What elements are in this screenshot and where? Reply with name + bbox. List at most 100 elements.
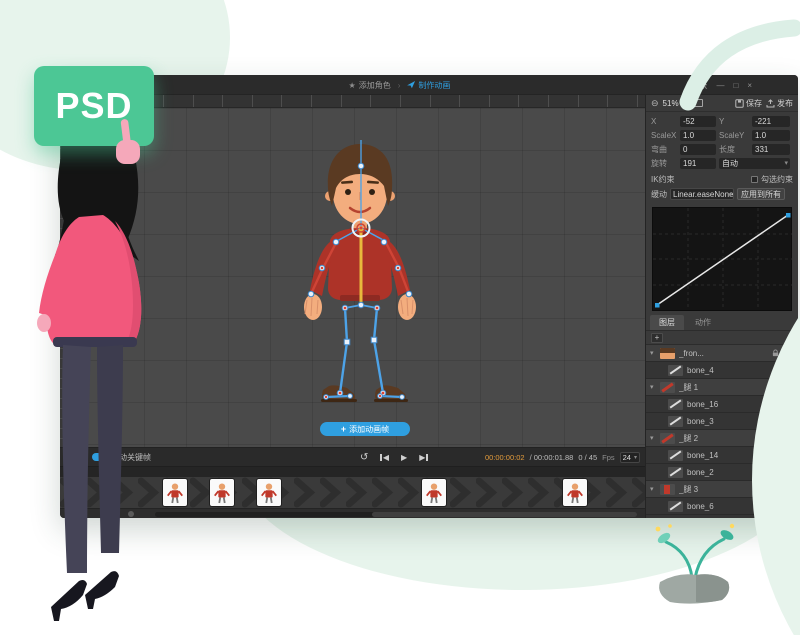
left-hand	[37, 314, 51, 332]
ruler-label	[489, 95, 491, 107]
ruler-label	[222, 95, 224, 107]
ik-constraint-row: IK约束 勾选约束	[646, 172, 798, 187]
keyframe-thumbnail[interactable]	[563, 479, 587, 506]
add-layer-button[interactable]: +	[651, 333, 663, 343]
hero-illustration-stage: ★ 添加角色 › 制作动画 登录 — □ ×	[0, 0, 800, 635]
curve-end-handle	[786, 213, 791, 218]
right-heel-shoe	[85, 571, 119, 609]
property-label: 旋转	[651, 158, 677, 169]
layer-thumbnail-icon	[668, 450, 683, 461]
tab-make-animation-label: 制作动画	[418, 80, 450, 91]
property-input[interactable]: -52	[680, 116, 716, 127]
easing-curve-editor[interactable]	[652, 207, 792, 311]
layer-thumbnail-icon	[668, 416, 683, 427]
workflow-tabs: ★ 添加角色 › 制作动画	[349, 75, 451, 95]
keyframe-thumbnail[interactable]	[422, 479, 446, 506]
scrollbar-thumb[interactable]	[372, 512, 637, 517]
pointing-hand	[108, 116, 148, 170]
tab-make-animation[interactable]: 制作动画	[407, 80, 450, 91]
fist	[116, 140, 140, 164]
property-label: ScaleY	[719, 131, 749, 140]
caret-down-icon[interactable]: ▾	[650, 349, 656, 357]
layer-thumbnail-icon	[660, 382, 675, 393]
layer-thumbnail-icon	[660, 348, 675, 359]
layer-name: _fron...	[679, 349, 768, 358]
add-animation-frame-button[interactable]: + 添加动画帧	[320, 422, 410, 436]
plant-stem-right	[695, 539, 724, 578]
keyframe-thumbnail[interactable]	[257, 479, 281, 506]
mini-character-icon	[565, 481, 585, 505]
transform-properties: X -52 Y -221 ScaleX 1.0 ScaleY 1.0 弯曲 0	[646, 112, 798, 172]
property-input[interactable]: 1.0	[752, 130, 790, 141]
plant-bud	[668, 524, 672, 528]
ruler-label	[548, 95, 550, 107]
mini-character-icon	[212, 481, 232, 505]
mini-character-icon	[424, 481, 444, 505]
ruler-label	[637, 95, 639, 107]
property-input[interactable]: 191	[680, 158, 716, 169]
plant-stem-left	[666, 542, 692, 578]
property-label: 弯曲	[651, 144, 677, 155]
ruler-label	[518, 95, 520, 107]
fps-dropdown[interactable]: 24▾	[620, 452, 640, 463]
plant-bud	[656, 527, 661, 532]
left-eye	[345, 189, 351, 195]
transport-controls: ↺ ◀ ▶ ▶	[360, 452, 428, 463]
left-leg-bones[interactable]	[340, 308, 347, 393]
ruler-label	[252, 95, 254, 107]
timecode-group: 00:00:00:02 / 00:00:01.88 0 / 45 Fps 24▾	[485, 452, 640, 463]
plant-decoration	[640, 518, 750, 613]
play-button[interactable]: ▶	[401, 453, 407, 462]
tab-layers[interactable]: 图层	[650, 315, 684, 330]
left-heel-shoe	[51, 580, 87, 621]
caret-down-icon[interactable]: ▾	[650, 485, 656, 493]
left-pant-leg	[62, 345, 91, 573]
panel-tabs: 图层 动作	[646, 316, 798, 331]
step-bar	[426, 454, 428, 461]
tab-add-character[interactable]: ★ 添加角色	[349, 80, 391, 91]
foot-bones[interactable]	[326, 396, 402, 397]
ruler-label	[311, 95, 313, 107]
ik-checkbox[interactable]	[751, 176, 758, 183]
rigged-character[interactable]	[290, 138, 440, 438]
restart-button[interactable]: ↺	[360, 452, 368, 463]
property-row: ScaleX 1.0 ScaleY 1.0	[651, 130, 793, 141]
property-label: X	[651, 117, 677, 126]
layer-name: bone_16	[687, 400, 768, 409]
layer-name: bone_3	[687, 417, 768, 426]
property-input[interactable]: -221	[752, 116, 790, 127]
layer-thumbnail-icon	[668, 399, 683, 410]
property-input[interactable]: 1.0	[680, 130, 716, 141]
right-leg-bones[interactable]	[374, 308, 383, 393]
property-input[interactable]: 0	[680, 144, 716, 155]
ruler-label	[400, 95, 402, 107]
previous-frame-button[interactable]: ◀	[380, 453, 389, 462]
ik-check-label: 勾选约束	[761, 174, 793, 185]
curve-start-handle	[655, 303, 660, 308]
property-input[interactable]: 自动	[719, 158, 790, 169]
ruler-label	[370, 95, 372, 107]
scrollbar-track[interactable]	[155, 512, 637, 517]
tab-actions[interactable]: 动作	[686, 315, 720, 330]
current-timecode: 00:00:00:02	[485, 453, 525, 462]
plus-icon: +	[341, 424, 346, 434]
easing-row: 缓动 Linear.easeNone▾ 应用到所有	[646, 187, 798, 203]
property-label: 长度	[719, 144, 749, 155]
right-pant-leg	[97, 345, 123, 553]
next-frame-button[interactable]: ▶	[419, 453, 428, 462]
caret-down-icon[interactable]: ▾	[650, 383, 656, 391]
apply-to-all-button[interactable]: 应用到所有	[737, 188, 785, 200]
frame-ratio: 0 / 45	[578, 453, 597, 462]
plant-bud	[730, 524, 734, 528]
easing-dropdown[interactable]: Linear.easeNone▾	[670, 188, 734, 200]
tab-separator: ›	[398, 81, 401, 90]
ruler-label	[459, 95, 461, 107]
left-hand	[304, 294, 322, 320]
ruler-label	[430, 95, 432, 107]
paper-plane-icon	[407, 81, 415, 89]
caret-down-icon[interactable]: ▾	[650, 434, 656, 442]
layer-thumbnail-icon	[668, 501, 683, 512]
mini-character-icon	[259, 481, 279, 505]
property-input[interactable]: 331	[752, 144, 790, 155]
zoom-out-button[interactable]: ⊖	[651, 98, 659, 109]
